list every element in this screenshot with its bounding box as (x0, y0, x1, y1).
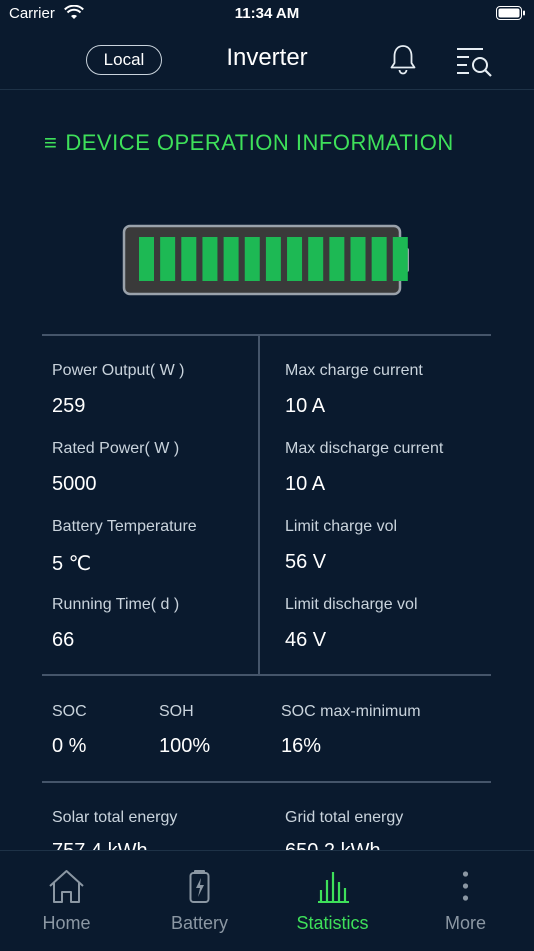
max-discharge-current-label: Max discharge current (285, 440, 444, 457)
clock: 11:34 AM (234, 5, 300, 22)
more-vertical-icon (399, 866, 532, 906)
battery-segment (139, 237, 154, 281)
running-time-value: 66 (52, 629, 75, 651)
battery-segment (287, 237, 303, 281)
battery-segment (350, 237, 366, 281)
battery-temperature-label: Battery Temperature (52, 518, 197, 535)
status-battery-icon (496, 6, 526, 25)
list-icon: ≡ (44, 130, 58, 155)
soc-value: 0 % (52, 735, 87, 757)
soc-range-label: SOC max-minimum (281, 703, 421, 720)
soh-label: SOH (159, 703, 194, 720)
battery-segment (223, 237, 239, 281)
rated-power-value: 5000 (52, 473, 97, 495)
tab-battery-label: Battery (170, 913, 229, 933)
max-charge-current-value: 10 A (285, 395, 326, 417)
bar-chart-icon (266, 866, 399, 906)
battery-level-graphic (122, 224, 414, 303)
limit-charge-vol-label: Limit charge vol (285, 518, 398, 535)
power-output-value: 259 (52, 395, 86, 417)
section-heading: ≡ DEVICE OPERATION INFORMATION (44, 130, 454, 160)
tab-bar: Home Battery Statistics More (0, 850, 534, 950)
max-discharge-current-value: 10 A (285, 473, 326, 495)
battery-segment (160, 237, 176, 281)
grid-energy-label: Grid total energy (285, 809, 404, 826)
battery-segment (371, 237, 387, 281)
tab-statistics[interactable]: Statistics (266, 851, 399, 951)
battery-segment (265, 237, 281, 281)
solar-energy-label: Solar total energy (52, 809, 178, 826)
tab-more[interactable]: More (399, 851, 532, 951)
bell-icon[interactable] (387, 43, 419, 80)
divider (42, 334, 491, 336)
limit-charge-vol-value: 56 V (285, 551, 327, 573)
rated-power-label: Rated Power( W ) (52, 440, 180, 457)
battery-segment (244, 237, 260, 281)
divider (42, 781, 491, 783)
battery-segment (392, 237, 408, 281)
column-divider (258, 336, 260, 675)
divider (42, 674, 491, 676)
status-bar: Carrier 11:34 AM (0, 0, 534, 30)
navigation-bar: Local Inverter (0, 30, 534, 90)
limit-discharge-vol-label: Limit discharge vol (285, 596, 418, 613)
battery-segment (329, 237, 345, 281)
home-icon (0, 866, 133, 906)
tab-statistics-label: Statistics (296, 913, 369, 933)
search-list-icon[interactable] (455, 46, 495, 83)
tab-home-label: Home (42, 913, 91, 933)
limit-discharge-vol-value: 46 V (285, 629, 327, 651)
tab-home[interactable]: Home (0, 851, 133, 951)
max-charge-current-label: Max charge current (285, 362, 423, 379)
battery-segment (202, 237, 218, 281)
page-title: Inverter (226, 44, 308, 71)
battery-segment (308, 237, 324, 281)
section-title: DEVICE OPERATION INFORMATION (65, 130, 454, 155)
soc-range-value: 16% (281, 735, 322, 757)
soh-value: 100% (159, 735, 211, 757)
tab-battery[interactable]: Battery (133, 851, 266, 951)
running-time-label: Running Time( d ) (52, 596, 180, 613)
soc-label: SOC (52, 703, 87, 720)
battery-temperature-value: 5 ℃ (52, 553, 92, 575)
tab-more-label: More (444, 913, 486, 933)
power-output-label: Power Output( W ) (52, 362, 185, 379)
battery-segment (181, 237, 197, 281)
battery-icon (133, 866, 266, 906)
